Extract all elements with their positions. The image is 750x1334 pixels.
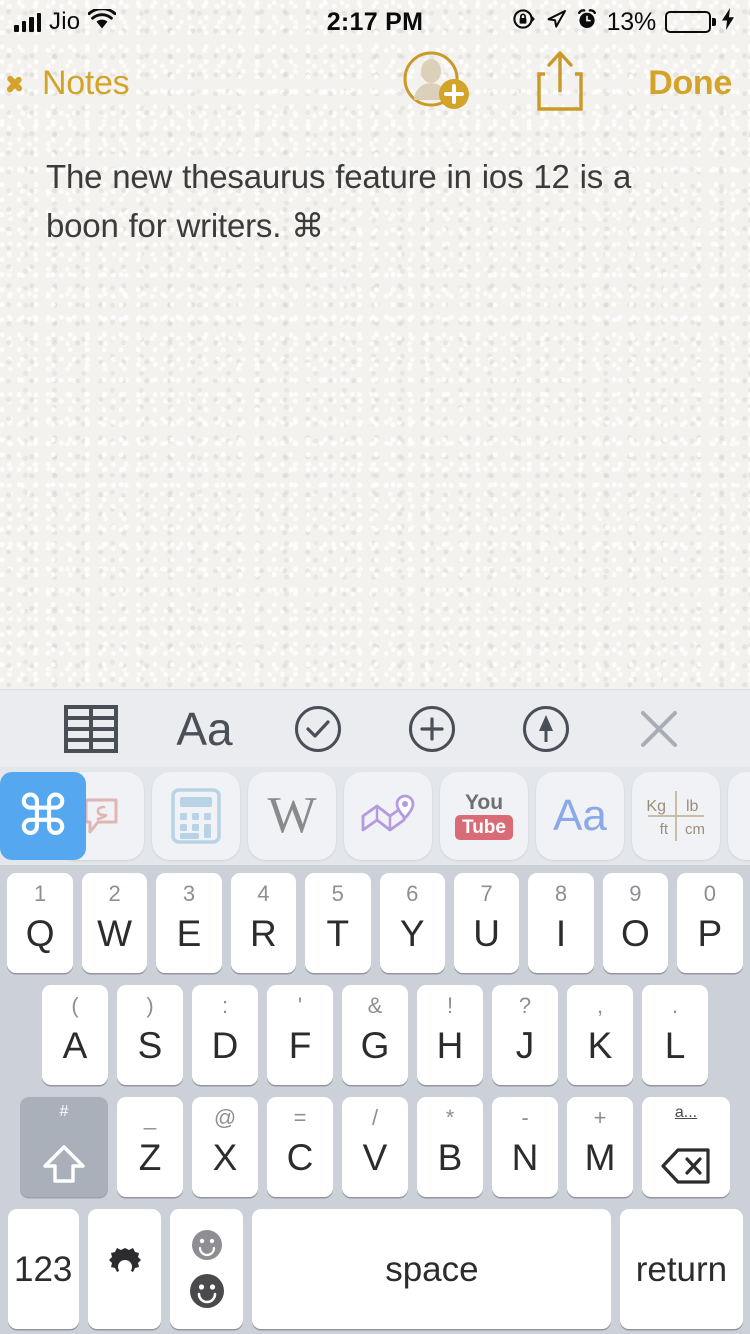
notes-app-screen: Jio 2:17 PM 13% Notes Done The new thesa… (0, 0, 750, 1334)
svg-text:ft: ft (660, 821, 669, 838)
status-bar-right: 13% (512, 7, 736, 38)
dictionary-app[interactable]: Aa (536, 772, 624, 860)
shift-key[interactable]: # (20, 1097, 108, 1197)
add-person-icon[interactable] (402, 50, 472, 117)
text-format-icon[interactable]: Aa (148, 690, 262, 767)
back-button-label: Notes (42, 63, 130, 102)
location-arrow-icon (545, 8, 567, 37)
close-icon[interactable] (602, 690, 716, 767)
contacts-app[interactable] (728, 772, 750, 860)
lightning-bolt-icon (720, 7, 736, 38)
battery-icon (665, 11, 711, 33)
key-O[interactable]: 9O (602, 873, 669, 973)
return-key[interactable]: return (620, 1209, 743, 1329)
youtube-app[interactable]: You Tube (440, 772, 528, 860)
share-upload-icon[interactable] (532, 50, 588, 117)
key-P[interactable]: 0P (677, 873, 743, 973)
key-Z[interactable]: _ Z (117, 1097, 183, 1197)
key-S[interactable]: ) S (117, 985, 183, 1085)
key-A[interactable]: (A (42, 985, 108, 1085)
keyboard-row-4: 123 space return (3, 1209, 747, 1329)
key-Q[interactable]: 1Q (7, 873, 73, 973)
calculator-app[interactable] (152, 772, 240, 860)
markup-pen-icon[interactable] (489, 690, 603, 767)
back-to-notes-button[interactable]: Notes (18, 63, 130, 103)
keyboard-row-2: (A ) S :D ' F & G ! H ? J ,K .L (3, 985, 747, 1085)
gear-icon (104, 1246, 146, 1293)
numbers-key[interactable]: 123 (7, 1209, 79, 1329)
calculator-icon (171, 788, 221, 844)
key-B[interactable]: * B (417, 1097, 483, 1197)
keyboard-settings-key[interactable] (87, 1209, 162, 1329)
status-bar: Jio 2:17 PM 13% (0, 0, 750, 44)
backspace-icon (660, 1146, 712, 1191)
maps-app[interactable] (344, 772, 432, 860)
command-shortcut-app[interactable]: ⌘ (0, 772, 86, 860)
key-F[interactable]: ' F (267, 985, 333, 1085)
shift-arrow-icon (41, 1143, 87, 1192)
key-J[interactable]: ? J (492, 985, 558, 1085)
key-U[interactable]: 7U (453, 873, 520, 973)
svg-text:lb: lb (686, 798, 699, 815)
done-button[interactable]: Done (648, 64, 732, 103)
key-T[interactable]: 5T (305, 873, 371, 973)
note-editor[interactable]: The new thesaurus feature in ios 12 is a… (0, 122, 750, 689)
add-attachment-icon[interactable] (375, 690, 489, 767)
svg-text:Kg: Kg (646, 798, 666, 815)
chevron-left-icon (18, 66, 38, 100)
dictionary-aa-glyph: Aa (553, 791, 607, 840)
key-N[interactable]: -N (492, 1097, 558, 1197)
key-M[interactable]: + M (567, 1097, 633, 1197)
key-K[interactable]: ,K (567, 985, 633, 1085)
note-body-text[interactable]: The new thesaurus feature in ios 12 is a… (46, 152, 704, 250)
status-bar-left: Jio (14, 6, 117, 37)
navigation-actions: Done (402, 50, 732, 117)
wikipedia-app[interactable]: W (248, 772, 336, 860)
keyboard-row-1: 1Q 2W 3E 4R 5T 6Y 7U 8I 9O 0P (3, 873, 747, 973)
unit-converter-icon: Kg lb ft cm (646, 791, 705, 841)
battery-percent-label: 13% (606, 7, 657, 36)
key-V[interactable]: / V (342, 1097, 408, 1197)
on-screen-keyboard: 1Q 2W 3E 4R 5T 6Y 7U 8I 9O 0P (A ) S :D '… (0, 865, 750, 1334)
key-D[interactable]: :D (192, 985, 258, 1085)
youtube-you-text: You (464, 790, 504, 814)
key-G[interactable]: & G (342, 985, 408, 1085)
backspace-key[interactable]: a... (642, 1097, 730, 1197)
checklist-icon[interactable] (261, 690, 375, 767)
wifi-icon (87, 6, 117, 37)
key-W[interactable]: 2W (81, 873, 148, 973)
table-icon[interactable] (34, 690, 148, 767)
app-shortcut-strip: ⌘ W You Tube Aa Kg lb ft cm (0, 767, 750, 865)
cellular-bars-icon (14, 12, 41, 32)
key-Y[interactable]: 6Y (379, 873, 445, 973)
space-key[interactable]: space (252, 1209, 612, 1329)
key-I[interactable]: 8I (528, 873, 594, 973)
key-L[interactable]: .L (642, 985, 708, 1085)
carrier-label: Jio (49, 8, 81, 35)
map-pin-icon (361, 794, 415, 832)
key-R[interactable]: 4R (230, 873, 297, 973)
key-E[interactable]: 3E (156, 873, 222, 973)
youtube-tube-badge: Tube (455, 814, 513, 841)
key-H[interactable]: ! H (417, 985, 483, 1085)
svg-text:cm: cm (685, 821, 705, 838)
key-X[interactable]: @ X (192, 1097, 258, 1197)
emoji-smiley-icon (189, 1229, 225, 1309)
keyboard-row-3: # _ Z @ X = C / V * B -N + M a... (3, 1097, 747, 1197)
alarm-clock-icon (576, 8, 598, 37)
unit-converter-app[interactable]: Kg lb ft cm (632, 772, 720, 860)
contacts-book-icon (743, 785, 750, 847)
key-C[interactable]: = C (267, 1097, 333, 1197)
format-toolbar: Aa (0, 689, 750, 767)
navigation-bar: Notes Done (0, 44, 750, 122)
emoji-key[interactable] (170, 1209, 244, 1329)
rotation-lock-icon (512, 7, 536, 38)
wikipedia-w-glyph: W (267, 787, 317, 844)
